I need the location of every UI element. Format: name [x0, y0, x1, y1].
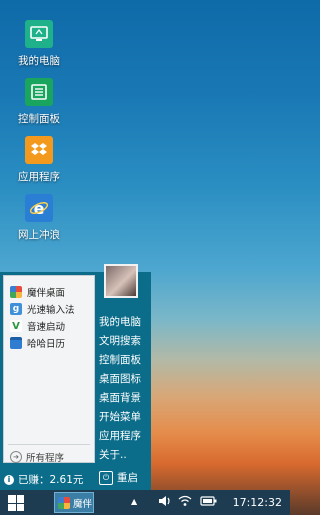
desktop-icon-label: 网上冲浪 — [18, 229, 60, 241]
desktop-icon-control-panel[interactable]: 控制面板 — [10, 78, 68, 126]
start-app-label: 音速启动 — [27, 322, 66, 333]
menu-item-control-panel[interactable]: 控制面板 — [99, 352, 141, 367]
menu-item-about[interactable]: 关于.. — [99, 447, 127, 462]
menu-item-applications[interactable]: 应用程序 — [99, 428, 141, 443]
menu-item-my-computer[interactable]: 我的电脑 — [99, 314, 141, 329]
info-icon: i — [4, 474, 14, 485]
taskbar: 魔伴 ▲ 17:12:32 — [0, 490, 290, 515]
power-icon: ⏻ — [99, 470, 113, 485]
wifi-icon[interactable] — [178, 495, 192, 510]
restart-button[interactable]: ⏻ 重启 — [99, 470, 138, 485]
desktop-icon-label: 应用程序 — [18, 171, 60, 183]
start-app-label: 光速输入法 — [27, 305, 75, 316]
start-app-mobanzhuomian[interactable]: 魔伴桌面 — [10, 284, 65, 300]
taskbar-clock[interactable]: 17:12:32 — [233, 496, 282, 509]
windows-start-icon[interactable] — [8, 495, 24, 511]
start-app-vstart[interactable]: V 音速启动 — [10, 318, 65, 334]
desktop-icon-internet[interactable]: e 网上冲浪 — [10, 194, 68, 242]
mobanzhuomian-icon — [58, 496, 70, 509]
desktop-icon-applications[interactable]: 应用程序 — [10, 136, 68, 184]
battery-icon[interactable] — [200, 495, 218, 510]
arrow-right-icon: ➔ — [10, 451, 22, 463]
divider — [8, 444, 90, 445]
start-app-input-method[interactable]: g 光速输入法 — [10, 301, 75, 317]
vstart-icon: V — [10, 320, 22, 332]
start-menu: 魔伴桌面 g 光速输入法 V 音速启动 哈哈日历 ➔ 所有程序 我的电脑 文明搜… — [0, 264, 151, 490]
start-app-calendar[interactable]: 哈哈日历 — [10, 335, 65, 351]
all-programs-label: 所有程序 — [26, 453, 65, 464]
menu-item-search[interactable]: 文明搜索 — [99, 333, 141, 348]
desktop-icon-label: 控制面板 — [18, 113, 60, 125]
volume-icon[interactable] — [158, 495, 172, 510]
svg-text:e: e — [34, 199, 45, 218]
start-app-label: 魔伴桌面 — [27, 288, 66, 299]
taskbar-app-moban[interactable]: 魔伴 — [54, 492, 94, 513]
input-method-icon: g — [10, 303, 22, 315]
ie-icon: e — [25, 194, 53, 222]
menu-item-start-menu[interactable]: 开始菜单 — [99, 409, 141, 424]
desktop-icon-label: 我的电脑 — [18, 55, 60, 67]
desktop-icon-my-computer[interactable]: 我的电脑 — [10, 20, 68, 68]
avatar[interactable] — [104, 264, 138, 298]
mobanzhuomian-icon — [10, 286, 22, 298]
restart-label: 重启 — [117, 472, 138, 484]
taskbar-app-label: 魔伴 — [73, 498, 93, 510]
calendar-icon — [10, 337, 22, 349]
dropbox-icon — [25, 136, 53, 164]
earnings-display: i 已赚：2.61元 — [4, 472, 83, 487]
tray-expand-icon[interactable]: ▲ — [131, 497, 137, 506]
start-menu-apps-panel: 魔伴桌面 g 光速输入法 V 音速启动 哈哈日历 ➔ 所有程序 — [3, 275, 95, 464]
earnings-text: 已赚：2.61元 — [18, 474, 84, 486]
computer-icon — [25, 20, 53, 48]
menu-item-desktop-icons[interactable]: 桌面图标 — [99, 371, 141, 386]
control-panel-icon — [25, 78, 53, 106]
all-programs-button[interactable]: ➔ 所有程序 — [10, 450, 64, 464]
menu-item-desktop-background[interactable]: 桌面背景 — [99, 390, 141, 405]
start-app-label: 哈哈日历 — [27, 339, 66, 350]
